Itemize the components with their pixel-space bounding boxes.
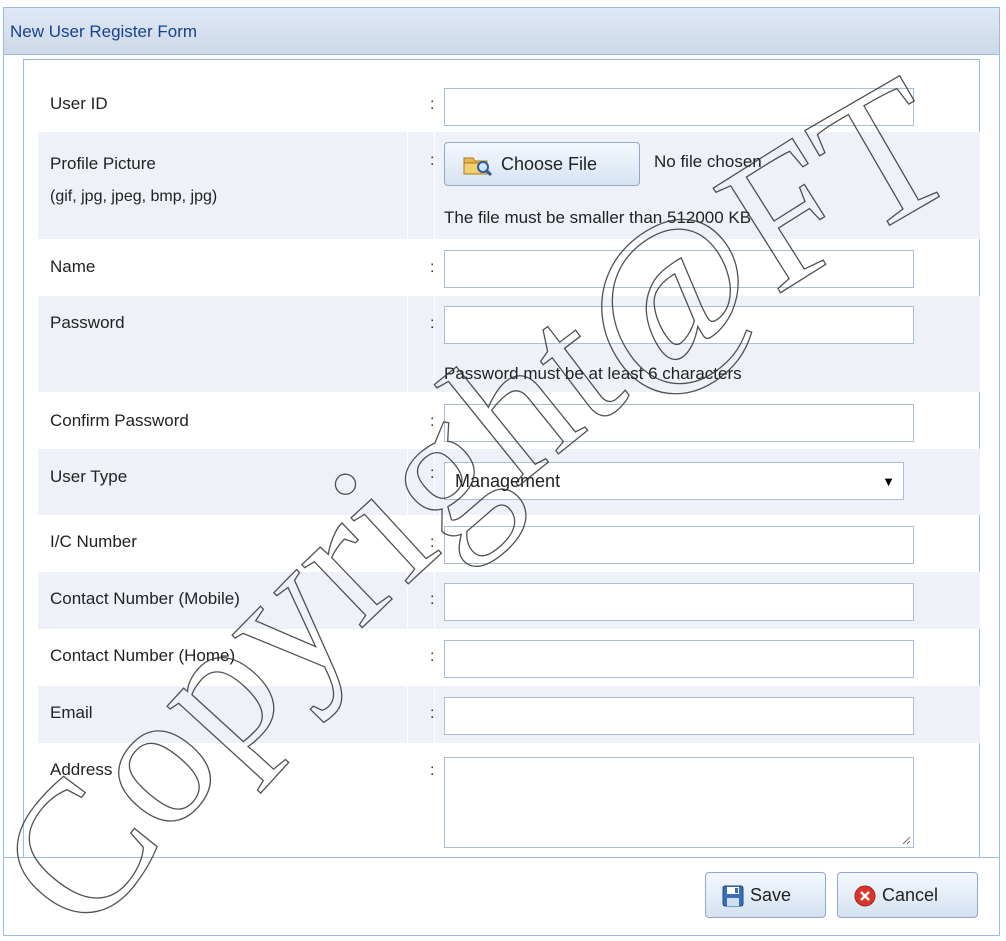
confirm-password-label: Confirm Password	[50, 411, 189, 430]
user-type-select[interactable]: Management ▼	[444, 462, 904, 500]
file-size-hint: The file must be smaller than 512000 KB	[444, 208, 752, 227]
dropdown-arrow-icon: ▼	[882, 474, 895, 489]
name-input[interactable]	[444, 250, 914, 288]
window-title: New User Register Form	[10, 22, 198, 41]
column-separator	[407, 296, 435, 392]
name-label: Name	[50, 257, 96, 276]
form-footer: Save Cancel	[4, 857, 999, 935]
choose-file-button[interactable]: Choose File	[444, 142, 640, 186]
address-label: Address	[50, 760, 113, 779]
colon: :	[430, 413, 435, 430]
row-address: Address :	[38, 743, 980, 858]
password-label: Password	[50, 313, 125, 332]
email-input[interactable]	[444, 697, 914, 735]
confirm-password-input[interactable]	[444, 404, 914, 442]
colon: :	[430, 259, 435, 276]
register-form: User ID : Profile Picture (gif, jpg, jpe…	[23, 59, 980, 859]
colon: :	[430, 152, 435, 169]
choose-file-label: Choose File	[501, 153, 598, 174]
row-confirm-password: Confirm Password :	[38, 392, 980, 449]
row-profile-picture: Profile Picture (gif, jpg, jpeg, bmp, jp…	[38, 132, 980, 239]
row-email: Email :	[38, 686, 980, 743]
profile-picture-label: Profile Picture	[50, 154, 156, 173]
row-contact-home: Contact Number (Home) :	[38, 629, 980, 686]
folder-search-icon	[463, 157, 493, 176]
contact-mobile-input[interactable]	[444, 583, 914, 621]
colon: :	[430, 315, 435, 332]
user-id-label: User ID	[50, 94, 108, 113]
colon: :	[430, 705, 435, 722]
colon: :	[430, 465, 435, 482]
row-user-type: User Type : Management ▼	[38, 449, 980, 515]
cancel-button[interactable]: Cancel	[837, 872, 978, 918]
row-name: Name :	[38, 239, 980, 296]
contact-mobile-label: Contact Number (Mobile)	[50, 589, 240, 608]
floppy-disk-icon	[722, 885, 744, 907]
user-id-input[interactable]	[444, 88, 914, 126]
colon: :	[430, 648, 435, 665]
resize-grip-icon[interactable]	[901, 835, 911, 845]
user-type-label: User Type	[50, 467, 128, 486]
file-status-text: No file chosen	[654, 152, 762, 171]
row-ic-number: I/C Number :	[38, 515, 980, 572]
colon: :	[430, 96, 435, 113]
cancel-label: Cancel	[882, 885, 939, 905]
register-window: New User Register Form User ID : Profile…	[3, 7, 1000, 936]
password-input[interactable]	[444, 306, 914, 344]
save-label: Save	[750, 885, 792, 905]
cancel-x-icon	[854, 885, 876, 907]
column-separator	[407, 132, 435, 239]
password-hint: Password must be at least 6 characters	[444, 364, 742, 383]
user-type-value: Management	[455, 471, 561, 491]
ic-number-input[interactable]	[444, 526, 914, 564]
window-titlebar: New User Register Form	[4, 8, 999, 55]
row-password: Password : Password must be at least 6 c…	[38, 296, 980, 392]
row-contact-mobile: Contact Number (Mobile) :	[38, 572, 980, 629]
contact-home-input[interactable]	[444, 640, 914, 678]
ic-number-label: I/C Number	[50, 532, 137, 551]
colon: :	[430, 591, 435, 608]
address-textarea[interactable]	[444, 757, 914, 848]
save-button[interactable]: Save	[705, 872, 826, 918]
email-label: Email	[50, 703, 93, 722]
colon: :	[430, 762, 435, 779]
profile-picture-formats: (gif, jpg, jpeg, bmp, jpg)	[50, 188, 218, 205]
row-user-id: User ID :	[38, 70, 980, 132]
colon: :	[430, 534, 435, 551]
contact-home-label: Contact Number (Home)	[50, 646, 236, 665]
